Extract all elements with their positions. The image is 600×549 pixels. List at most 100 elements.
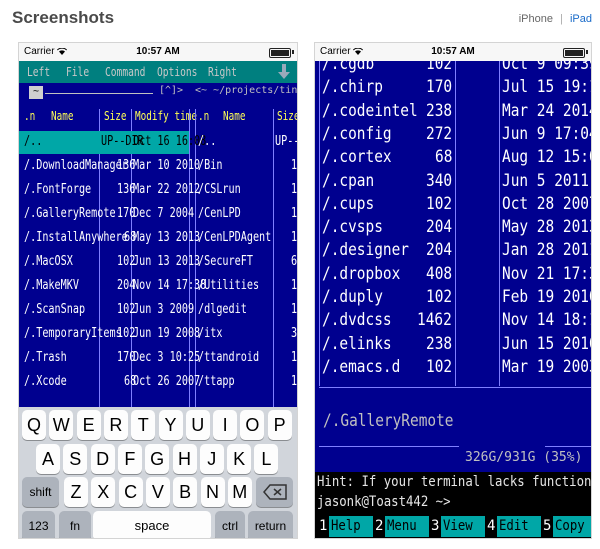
key-g[interactable]: G [145, 444, 170, 474]
file-row[interactable]: /.TemporaryItems 102 Jun 19 2008 [19, 323, 200, 346]
screenshot-2[interactable]: Carrier 10:57 AM /.cgdb 102 Oct 9 09:39/.c… [314, 42, 592, 539]
key-o[interactable]: O [240, 410, 265, 440]
file-name: /CSLrun [198, 182, 241, 197]
menu-left[interactable]: Left [27, 65, 50, 79]
file-row[interactable]: /itx 30 [196, 323, 297, 346]
left-col-size: Size [104, 109, 127, 123]
numbers-key[interactable]: 123 [22, 511, 55, 538]
file-row[interactable]: /.. UP--DIR [196, 131, 297, 154]
key-c[interactable]: C [118, 477, 143, 507]
file-size: 340 [426, 170, 453, 191]
file-size: 30 [291, 326, 297, 341]
return-key[interactable]: return [248, 511, 293, 538]
tab-ipad[interactable]: iPad [570, 13, 592, 25]
file-size: 204 [426, 240, 453, 261]
file-row[interactable]: /.MakeMKV 204 Nov 14 17:38 [19, 275, 206, 298]
key-d[interactable]: D [90, 444, 115, 474]
menu-file[interactable]: File [66, 65, 89, 79]
file-row[interactable]: /Bin 1 [196, 155, 297, 178]
key-x[interactable]: X [91, 477, 116, 507]
key-y[interactable]: Y [158, 410, 183, 440]
file-row[interactable]: /dlgedit 1 [196, 299, 297, 322]
file-row[interactable]: /.cvsps 204 May 28 2013 [315, 215, 591, 238]
file-row[interactable]: /.duply 102 Feb 19 2010 [315, 285, 591, 308]
key-j[interactable]: J [199, 444, 224, 474]
file-row[interactable]: /CenLPD 1 [196, 203, 297, 226]
backspace-key[interactable] [256, 477, 293, 507]
key-s[interactable]: S [63, 444, 88, 474]
file-name: /.cvsps [322, 217, 383, 238]
file-name: /.cgdb [322, 61, 375, 74]
file-time: May 28 2013 [502, 217, 591, 238]
shell-prompt[interactable]: jasonk@Toast442 ~> [315, 492, 591, 514]
file-size: 1 [291, 158, 297, 173]
key-n[interactable]: N [200, 477, 225, 507]
file-row[interactable]: /.dvdcss 1462 Nov 14 18:18 [315, 308, 591, 331]
file-row[interactable]: /.Xcode 68 Oct 26 2007 [19, 371, 200, 394]
key-h[interactable]: H [172, 444, 197, 474]
file-name: /ttandroid [198, 350, 260, 365]
file-row[interactable]: /.cups 102 Oct 28 2007 [315, 192, 591, 215]
left-col-time: Modify time [135, 109, 197, 123]
terminal-screen[interactable]: Left File Command Options Right ~ [^]> <… [19, 61, 297, 407]
file-name: /itx [198, 326, 223, 341]
file-name: /.cpan [322, 170, 375, 191]
key-f[interactable]: F [117, 444, 142, 474]
ctrl-key[interactable]: ctrl [215, 511, 245, 538]
key-z[interactable]: Z [64, 477, 88, 507]
file-row[interactable]: /SecureFT 60 [196, 251, 297, 274]
file-name: /.FontForge [24, 182, 92, 197]
key-t[interactable]: T [131, 410, 156, 440]
file-row[interactable]: /.MacOSX 102 Jun 13 2013 [19, 251, 200, 274]
screenshot-1[interactable]: Carrier 10:57 AM Left File Command Optio… [18, 42, 298, 539]
key-m[interactable]: M [227, 477, 252, 507]
file-row[interactable]: /.config 272 Jun 9 17:04 [315, 122, 591, 145]
key-r[interactable]: R [103, 410, 128, 440]
file-row[interactable]: /.elinks 238 Jun 15 2010 [315, 332, 591, 355]
file-row[interactable]: /ttandroid 1 [196, 347, 297, 370]
key-l[interactable]: L [254, 444, 279, 474]
key-a[interactable]: A [36, 444, 60, 474]
shift-key[interactable]: shift [22, 477, 59, 507]
file-row[interactable]: /.InstallAnywhere 68 May 13 2013 [19, 227, 200, 250]
file-time: Nov 14 18:18 [502, 310, 591, 331]
key-q[interactable]: Q [22, 410, 46, 440]
space-key[interactable]: space [93, 511, 211, 538]
file-row[interactable]: /.cortex 68 Aug 12 15:01 [315, 145, 591, 168]
file-row[interactable]: /.. UP--DIR Oct 16 16:08 [19, 131, 206, 154]
menu-right[interactable]: Right [208, 65, 237, 79]
file-row[interactable]: /.cpan 340 Jun 5 2011 [315, 169, 591, 192]
key-b[interactable]: B [173, 477, 198, 507]
key-e[interactable]: E [76, 410, 101, 440]
file-row[interactable]: /.emacs.d 102 Mar 19 2003 [315, 355, 591, 378]
file-row[interactable]: /.chirp 170 Jul 15 19:12 [315, 75, 591, 98]
file-row[interactable]: /Utilities 1 [196, 275, 297, 298]
file-row[interactable]: /ttapp 1 [196, 371, 297, 394]
file-name: /.Xcode [24, 374, 67, 389]
fn-key[interactable]: fn [59, 511, 91, 538]
key-v[interactable]: V [145, 477, 170, 507]
file-row[interactable]: /.Trash 170 Dec 3 10:25 [19, 347, 200, 370]
file-row[interactable]: /.designer 204 Jan 28 2011 [315, 238, 591, 261]
key-w[interactable]: W [49, 410, 74, 440]
terminal-screen[interactable]: /.cgdb 102 Oct 9 09:39 /.chirp 170 Jul 15 19:… [315, 61, 591, 538]
file-name: /.config [322, 123, 392, 144]
key-i[interactable]: I [213, 410, 238, 440]
file-row[interactable]: /.codeintel 238 Mar 24 2014 [315, 99, 591, 122]
file-name: /.MacOSX [24, 254, 73, 269]
menu-command[interactable]: Command [105, 65, 145, 79]
key-p[interactable]: P [267, 410, 292, 440]
file-row[interactable]: /.ScanSnap 102 Jun 3 2009 [19, 299, 194, 322]
tab-iphone[interactable]: iPhone [519, 13, 553, 25]
file-row[interactable]: /.FontForge 136 Mar 22 2012 [19, 179, 200, 202]
menu-options[interactable]: Options [157, 65, 197, 79]
key-k[interactable]: K [227, 444, 252, 474]
file-row[interactable]: /.cgdb 102 Oct 9 09:39 [315, 61, 591, 75]
file-row[interactable]: /.GalleryRemote 170 Dec 7 2004 [19, 203, 194, 226]
file-row[interactable]: /CenLPDAgent 1 [196, 227, 297, 250]
file-row[interactable]: /.DownloadManager 136 Mar 10 2010 [19, 155, 200, 178]
file-row[interactable]: /.dropbox 408 Nov 21 17:39 [315, 262, 591, 285]
download-arrow-icon[interactable] [278, 64, 290, 80]
file-row[interactable]: /CSLrun 1 [196, 179, 297, 202]
key-u[interactable]: U [185, 410, 210, 440]
